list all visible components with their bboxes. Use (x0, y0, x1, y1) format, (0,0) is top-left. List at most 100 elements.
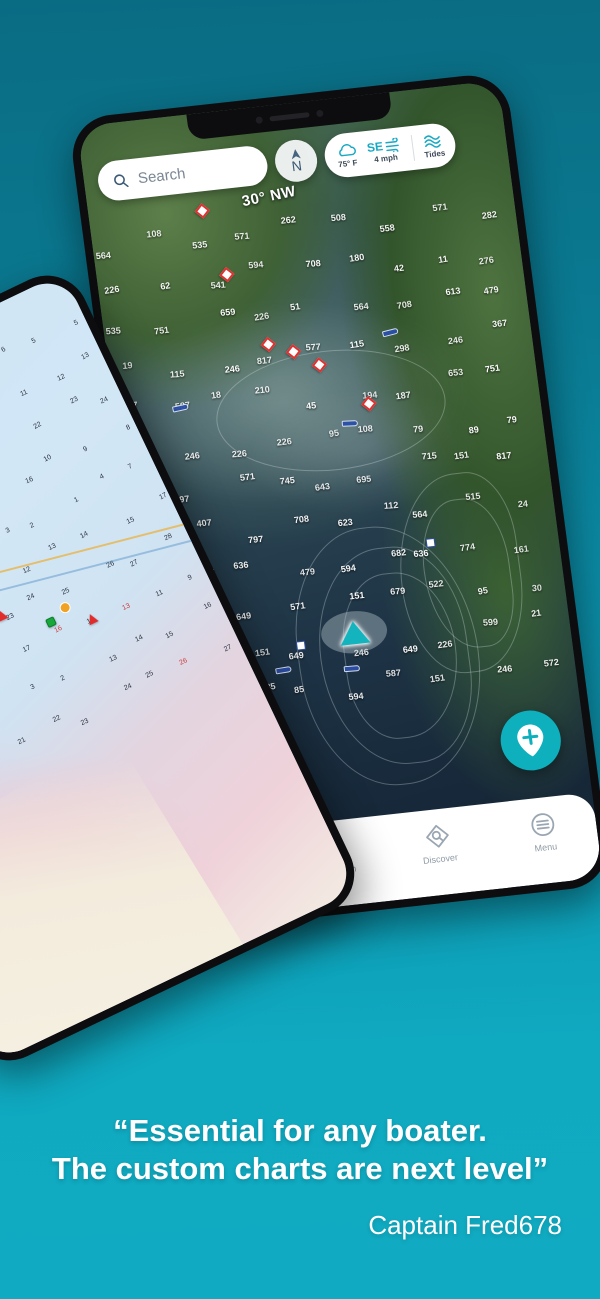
depth-sounding: 594 (340, 561, 357, 575)
face-sensor-icon (315, 109, 324, 117)
depth-sounding: 715 (421, 450, 438, 462)
wind-icon (385, 137, 399, 153)
depth-sounding: 564 (353, 300, 370, 312)
wind-speed-value: 4 mph (373, 152, 399, 165)
depth-sounding: 679 (389, 585, 406, 597)
depth-sounding: 649 (288, 649, 305, 662)
vessel-marker[interactable] (341, 420, 359, 427)
menu-hamburger-icon (531, 813, 555, 836)
testimonial-line-2: The custom charts are next level” (51, 1151, 549, 1187)
depth-sounding: 623 (337, 516, 354, 528)
depth-sounding: 649 (402, 643, 419, 655)
depth-sounding: 751 (483, 362, 501, 375)
depth-sounding: 587 (384, 668, 401, 680)
ais-target-marker[interactable] (425, 537, 436, 548)
nav-item-menu[interactable]: Menu (501, 807, 586, 856)
depth-sounding: 708 (304, 257, 321, 270)
depth-sounding: 21 (530, 607, 543, 619)
depth-sounding: 108 (146, 227, 163, 240)
depth-sounding: 535 (192, 238, 209, 251)
depth-sounding: 653 (447, 366, 464, 379)
depth-sounding: 246 (184, 450, 201, 463)
depth-sounding: 751 (153, 324, 171, 337)
depth-sounding: 276 (477, 254, 495, 267)
depth-sounding: 774 (458, 541, 476, 554)
ais-target-marker[interactable] (295, 640, 306, 651)
depth-sounding: 226 (231, 447, 248, 459)
depth-sounding: 571 (234, 230, 251, 242)
depth-sounding: 151 (254, 646, 271, 659)
testimonial-author: Captain Fred678 (368, 1210, 562, 1240)
depth-sounding: 151 (348, 589, 366, 601)
depth-sounding: 246 (224, 363, 241, 376)
depth-sounding: 564 (95, 250, 112, 262)
depth-sounding: 577 (305, 341, 322, 353)
depth-sounding: 282 (480, 209, 497, 221)
depth-sounding: 636 (232, 559, 250, 572)
depth-sounding: 18 (210, 389, 222, 401)
depth-sounding: 695 (355, 473, 372, 485)
depth-sounding: 594 (348, 690, 365, 702)
depth-sounding: 817 (495, 449, 512, 462)
depth-sounding: 210 (254, 384, 271, 396)
depth-sounding: 151 (453, 449, 471, 462)
search-icon (114, 173, 129, 187)
depth-sounding: 682 (390, 546, 407, 559)
depth-sounding: 508 (330, 211, 347, 223)
depth-sounding: 19 (121, 360, 133, 372)
compass-north-label: N (290, 157, 303, 175)
ownship-arrow-icon (337, 619, 371, 646)
depth-sounding: 24 (516, 498, 528, 510)
depth-sounding: 522 (428, 578, 445, 590)
depth-sounding: 226 (275, 435, 292, 448)
depth-sounding: 708 (395, 298, 413, 311)
depth-sounding: 11 (437, 253, 449, 265)
earpiece-speaker (269, 111, 310, 122)
depth-sounding: 108 (356, 423, 373, 435)
depth-sounding: 42 (393, 262, 405, 274)
front-camera-icon (254, 115, 263, 124)
depth-sounding: 115 (349, 337, 366, 350)
discover-icon (426, 824, 449, 848)
depth-sounding: 659 (219, 306, 236, 318)
depth-sounding: 79 (506, 414, 518, 425)
depth-sounding: 479 (298, 566, 315, 578)
depth-sounding: 79 (412, 423, 424, 435)
depth-sounding: 246 (497, 663, 513, 675)
depth-sounding: 262 (279, 214, 296, 226)
tides-button[interactable]: Tides (422, 132, 446, 160)
depth-sounding: 564 (411, 508, 428, 520)
depth-sounding: 613 (445, 285, 462, 298)
depth-sounding: 708 (293, 513, 310, 526)
depth-sounding: 51 (289, 301, 301, 313)
depth-sounding: 89 (467, 424, 480, 436)
depth-sounding: 367 (491, 317, 508, 329)
tides-icon (424, 135, 441, 148)
depth-sounding: 535 (105, 325, 122, 337)
depth-sounding: 817 (256, 354, 273, 367)
depth-sounding: 95 (328, 427, 340, 439)
depth-sounding: 636 (412, 547, 429, 559)
vessel-marker[interactable] (343, 665, 361, 673)
depth-sounding: 797 (247, 533, 264, 546)
depth-sounding: 115 (168, 368, 185, 380)
depth-sounding: 594 (247, 259, 264, 271)
weather-divider (410, 134, 416, 161)
nav-item-discover[interactable]: Discover (396, 819, 481, 868)
compass-button[interactable]: N (272, 137, 320, 184)
weather-wind: SE 4 mph (366, 137, 404, 165)
depth-sounding: 226 (253, 310, 270, 323)
depth-sounding: 745 (279, 474, 296, 487)
add-waypoint-pin-icon (517, 724, 544, 757)
depth-sounding: 112 (383, 499, 399, 511)
depth-sounding: 95 (476, 585, 489, 597)
depth-sounding: 515 (465, 490, 482, 503)
nav-label-discover: Discover (422, 852, 459, 866)
cloud-icon (339, 143, 356, 156)
search-placeholder: Search (136, 164, 187, 187)
depth-sounding: 85 (293, 683, 305, 696)
depth-sounding: 407 (195, 517, 213, 530)
depth-sounding: 599 (482, 616, 499, 628)
depth-sounding: 226 (103, 283, 121, 296)
depth-sounding: 572 (543, 656, 560, 669)
